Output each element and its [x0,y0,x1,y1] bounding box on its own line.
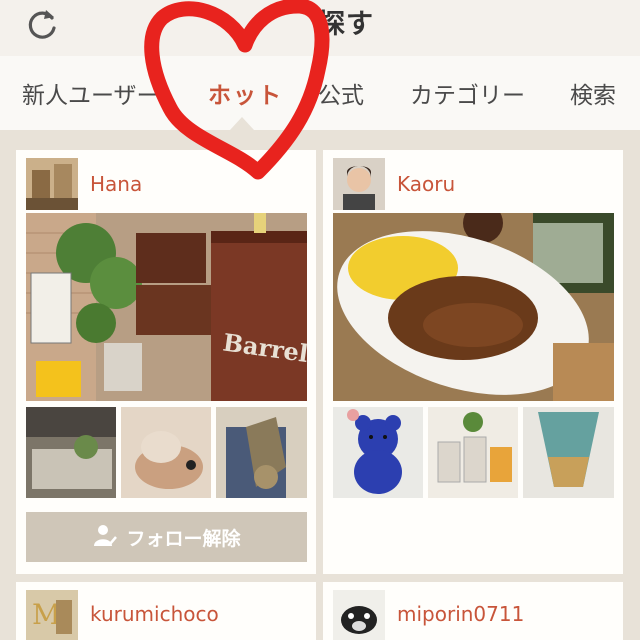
tab-new-users[interactable]: 新人ユーザー [22,76,160,110]
unfollow-button[interactable]: フォロー解除 [26,512,307,562]
username[interactable]: miporin0711 [397,602,524,626]
thumbnail-photo[interactable] [26,407,116,498]
thumbnail-photo[interactable] [428,407,518,498]
user-card-hana: Hana Barrel フォロー解除 [16,150,316,574]
username[interactable]: kurumichoco [90,602,219,626]
tab-bar: 新人ユーザー ホット 公式 カテゴリー 検索 [0,56,640,130]
tab-search[interactable]: 検索 [570,76,616,110]
tab-category[interactable]: カテゴリー [410,76,525,110]
user-card-kurumichoco: M kurumichoco [16,582,316,640]
active-tab-pointer [230,117,254,130]
thumbnail-photo[interactable] [333,407,423,498]
person-check-icon [92,522,118,552]
tab-hot[interactable]: ホット [208,76,283,110]
main-photo[interactable]: Barrel [26,213,307,401]
username[interactable]: Hana [90,172,142,196]
refresh-icon[interactable] [22,4,62,44]
username[interactable]: Kaoru [397,172,455,196]
user-card-kaoru: Kaoru [323,150,623,574]
thumbnail-photo[interactable] [523,407,614,498]
unfollow-label: フォロー解除 [126,527,241,550]
user-card-miporin0711: miporin0711 [323,582,623,640]
page-title: 探す [318,9,374,40]
avatar[interactable] [26,158,78,210]
avatar[interactable] [333,158,385,210]
avatar[interactable]: M [26,590,78,640]
thumbnail-photo[interactable] [121,407,211,498]
tab-official[interactable]: 公式 [318,76,364,110]
top-bar: 探す [0,0,640,56]
avatar[interactable] [333,590,385,640]
thumbnail-photo[interactable] [216,407,307,498]
main-photo[interactable] [333,213,614,401]
